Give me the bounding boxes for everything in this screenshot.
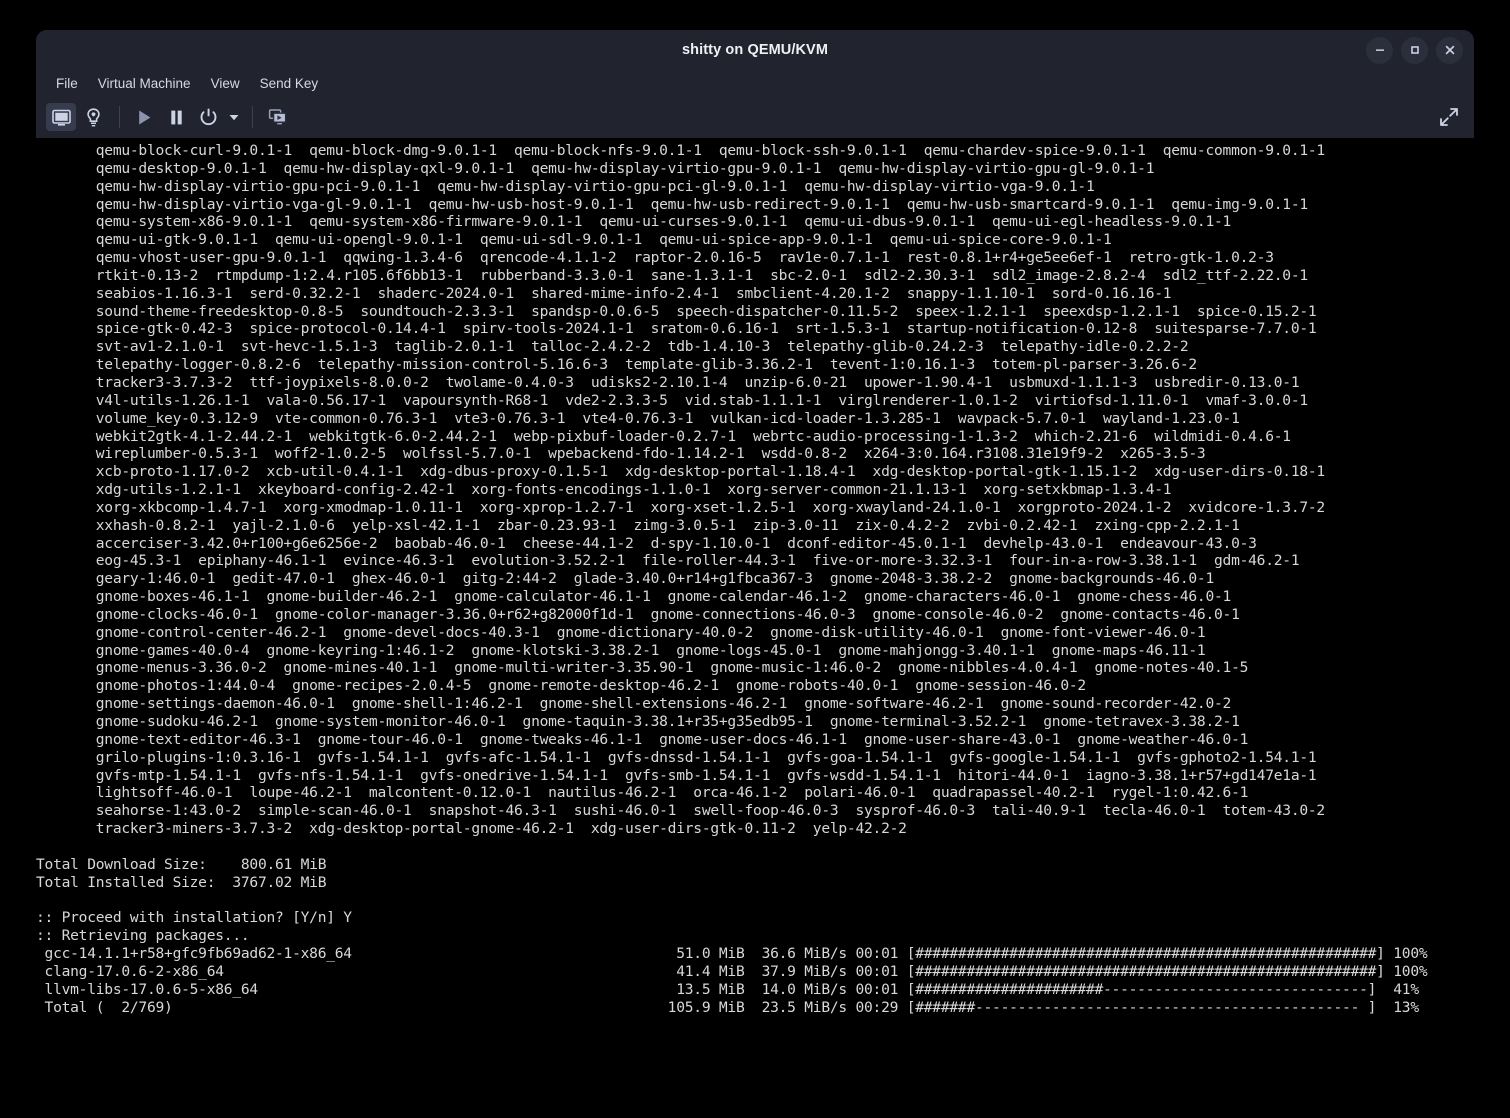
terminal-line: geary-1:46.0-1 gedit-47.0-1 ghex-46.0-1 … — [36, 570, 1215, 588]
terminal-line: xxhash-0.8.2-1 yajl-2.1.0-6 yelp-xsl-42.… — [36, 516, 1240, 534]
terminal-line: eog-45.3-1 epiphany-46.1-1 evince-46.3-1… — [36, 552, 1300, 570]
menu-item-view[interactable]: View — [201, 74, 250, 93]
toolbar-separator-1 — [119, 106, 120, 128]
run-button[interactable] — [129, 103, 159, 131]
terminal-line: seabios-1.16.3-1 serd-0.32.2-1 shaderc-2… — [36, 284, 1172, 302]
window-controls — [1366, 30, 1463, 70]
terminal-line: Total Installed Size: 3767.02 MiB — [36, 873, 327, 891]
terminal-line: qemu-system-x86-9.0.1-1 qemu-system-x86-… — [36, 213, 1232, 231]
terminal-line: xorg-xkbcomp-1.4.7-1 xorg-xmodmap-1.0.11… — [36, 498, 1325, 516]
terminal-line: tracker3-miners-3.7.3-2 xdg-desktop-port… — [36, 820, 907, 838]
terminal-line: gnome-photos-1:44.0-4 gnome-recipes-2.0.… — [36, 677, 1086, 695]
terminal-line: llvm-libs-17.0.6-5-x86_64 13.5 MiB 14.0 … — [36, 980, 1420, 998]
shutdown-options-button[interactable] — [225, 103, 243, 131]
vm-console-display[interactable]: qemu-block-curl-9.0.1-1 qemu-block-dmg-9… — [36, 138, 1474, 1108]
terminal-line: xdg-utils-1.2.1-1 xkeyboard-config-2.42-… — [36, 481, 1172, 499]
terminal-line: qemu-hw-display-virtio-vga-gl-9.0.1-1 qe… — [36, 195, 1308, 213]
terminal-line: gnome-games-40.0-4 gnome-keyring-1:46.1-… — [36, 641, 1206, 659]
shutdown-button[interactable] — [193, 103, 223, 131]
terminal-line: Total ( 2/769) 105.9 MiB 23.5 MiB/s 00:2… — [36, 998, 1420, 1016]
lightbulb-icon — [86, 107, 100, 126]
menu-item-file[interactable]: File — [46, 74, 88, 93]
expand-arrows-icon — [1440, 108, 1458, 126]
pause-button[interactable] — [161, 103, 191, 131]
take-snapshot-button[interactable] — [262, 103, 292, 131]
terminal-line: webkit2gtk-4.1-2.44.2-1 webkitgtk-6.0-2.… — [36, 427, 1291, 445]
terminal-line: qemu-ui-gtk-9.0.1-1 qemu-ui-opengl-9.0.1… — [36, 231, 1112, 249]
terminal-line: gcc-14.1.1+r58+gfc9fb69ad62-1-x86_64 51.… — [36, 944, 1428, 962]
terminal-line: qemu-vhost-user-gpu-9.0.1-1 qqwing-1.3.4… — [36, 249, 1274, 267]
terminal-line: rtkit-0.13-2 rtmpdump-1:2.4.r105.6f6bb13… — [36, 266, 1308, 284]
terminal-line: gnome-sudoku-46.2-1 gnome-system-monitor… — [36, 713, 1240, 730]
menu-item-virtual-machine[interactable]: Virtual Machine — [88, 74, 201, 93]
close-icon — [1445, 45, 1454, 55]
terminal-line: lightsoff-46.0-1 loupe-46.2-1 malcontent… — [36, 784, 1249, 802]
close-button[interactable] — [1436, 36, 1463, 64]
terminal-line: gnome-settings-daemon-46.0-1 gnome-shell… — [36, 695, 1232, 713]
screens-icon — [268, 108, 286, 124]
terminal-line: sound-theme-freedesktop-0.8-5 soundtouch… — [36, 302, 1317, 320]
virtual-machine-window: shitty on QEMU/KVM File Virtual Machine — [36, 30, 1474, 1108]
terminal-line: grilo-plugins-1:0.3.16-1 gvfs-1.54.1-1 g… — [36, 748, 1317, 766]
terminal-line: :: Proceed with installation? [Y/n] Y — [36, 909, 352, 927]
terminal-line: accerciser-3.42.0+r100+g6e6256e-2 baobab… — [36, 534, 1257, 552]
power-icon — [200, 108, 216, 125]
menu-item-send-key[interactable]: Send Key — [250, 74, 329, 93]
menu-bar: File Virtual Machine View Send Key — [36, 70, 1474, 96]
show-console-button[interactable] — [46, 103, 76, 131]
terminal-line: :: Retrieving packages... — [36, 927, 250, 945]
terminal-line: qemu-block-curl-9.0.1-1 qemu-block-dmg-9… — [36, 142, 1325, 159]
terminal-line: spice-gtk-0.42-3 spice-protocol-0.14.4-1… — [36, 320, 1317, 338]
terminal-line: qemu-hw-display-virtio-gpu-pci-9.0.1-1 q… — [36, 177, 1095, 195]
terminal-line: qemu-desktop-9.0.1-1 qemu-hw-display-qxl… — [36, 159, 1155, 177]
chevron-down-icon — [229, 115, 239, 121]
terminal-output: qemu-block-curl-9.0.1-1 qemu-block-dmg-9… — [36, 138, 1474, 1016]
terminal-line: telepathy-logger-0.8.2-6 telepathy-missi… — [36, 356, 1197, 374]
terminal-line: volume_key-0.3.12-9 vte-common-0.76.3-1 … — [36, 409, 1240, 427]
pause-icon — [170, 110, 182, 124]
terminal-line: clang-17.0.6-2-x86_64 41.4 MiB 37.9 MiB/… — [36, 962, 1428, 980]
terminal-line: wireplumber-0.5.3-1 woff2-1.0.2-5 wolfss… — [36, 445, 1206, 463]
terminal-line: gnome-control-center-46.2-1 gnome-devel-… — [36, 623, 1206, 641]
toolbar-separator-2 — [252, 106, 253, 128]
terminal-line: svt-av1-2.1.0-1 svt-hevc-1.5.1-3 taglib-… — [36, 338, 1189, 356]
terminal-line: gnome-menus-3.36.0-2 gnome-mines-40.1-1 … — [36, 659, 1249, 677]
terminal-line: gnome-boxes-46.1-1 gnome-builder-46.2-1 … — [36, 588, 1232, 606]
terminal-line: seahorse-1:43.0-2 simple-scan-46.0-1 sna… — [36, 802, 1325, 820]
terminal-line: xcb-proto-1.17.0-2 xcb-util-0.4.1-1 xdg-… — [36, 463, 1325, 481]
minimize-icon — [1375, 49, 1384, 51]
terminal-line: gnome-clocks-46.0-1 gnome-color-manager-… — [36, 605, 1240, 623]
terminal-line: v4l-utils-1.26.1-1 vala-0.56.17-1 vapour… — [36, 391, 1308, 409]
terminal-line: gnome-text-editor-46.3-1 gnome-tour-46.0… — [36, 730, 1249, 748]
page-title: shitty on QEMU/KVM — [682, 42, 828, 58]
monitor-icon — [51, 109, 71, 126]
terminal-line: tracker3-3.7.3-2 ttf-joypixels-8.0.0-2 t… — [36, 373, 1300, 391]
show-details-button[interactable] — [78, 103, 108, 131]
maximize-button[interactable] — [1401, 36, 1428, 64]
toolbar-right-group — [1436, 96, 1462, 138]
terminal-line: Total Download Size: 800.61 MiB — [36, 855, 327, 873]
maximize-icon — [1410, 46, 1419, 54]
title-bar[interactable]: shitty on QEMU/KVM — [36, 30, 1474, 70]
toolbar — [36, 96, 1474, 138]
terminal-line: gvfs-mtp-1.54.1-1 gvfs-nfs-1.54.1-1 gvfs… — [36, 766, 1317, 784]
play-icon — [138, 110, 150, 124]
fullscreen-button[interactable] — [1436, 104, 1462, 130]
minimize-button[interactable] — [1366, 36, 1393, 64]
